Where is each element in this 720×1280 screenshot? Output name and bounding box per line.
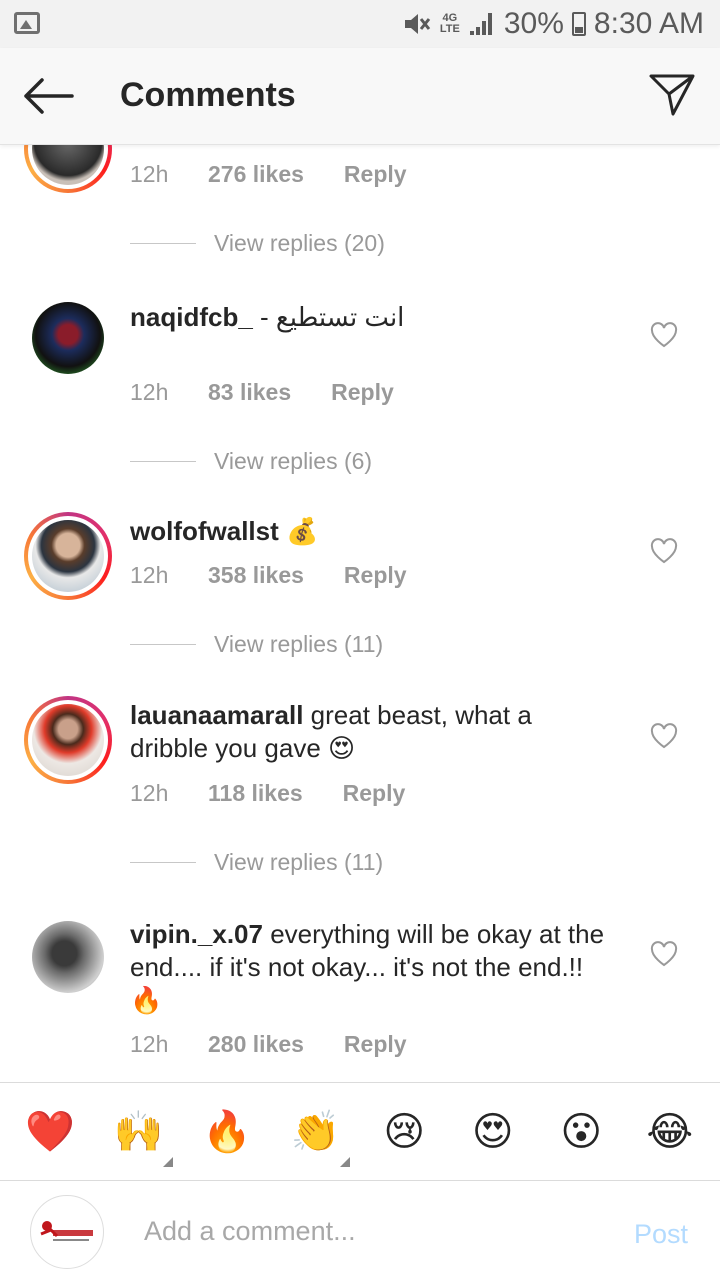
red-heart-emoji-icon[interactable]: ❤️	[20, 1108, 80, 1155]
comment-username[interactable]: lauanaamarall	[130, 700, 303, 730]
header: Comments	[0, 48, 720, 145]
view-replies-button[interactable]: View replies (6)	[130, 448, 372, 475]
comment-username[interactable]: naqidfcb_	[130, 302, 253, 332]
reply-button[interactable]: Reply	[344, 562, 407, 589]
comment-meta: 12h 276 likes Reply	[130, 161, 407, 188]
view-replies-label: View replies (11)	[214, 849, 384, 875]
back-arrow-icon[interactable]	[20, 76, 76, 116]
heart-icon[interactable]	[650, 723, 678, 749]
status-bar: 4G LTE 30% 8:30 AM	[0, 0, 720, 48]
reply-button[interactable]: Reply	[343, 780, 406, 807]
heart-icon[interactable]	[650, 538, 678, 564]
view-replies-button[interactable]: View replies (11)	[130, 631, 383, 658]
divider	[130, 243, 196, 244]
send-direct-icon[interactable]	[648, 72, 696, 118]
tears-of-joy-emoji-icon[interactable]: 😂	[640, 1109, 700, 1155]
lte-icon: 4G LTE	[439, 12, 460, 35]
heart-eyes-emoji-icon[interactable]: 😍	[463, 1109, 523, 1155]
comment-composer: Post	[0, 1180, 720, 1280]
divider	[130, 461, 196, 462]
comment-username[interactable]: wolfofwallst	[130, 516, 279, 546]
battery-icon	[571, 12, 586, 36]
comment-meta: 12h 118 likes Reply	[130, 780, 405, 807]
comment-input[interactable]	[144, 1211, 584, 1251]
surprised-face-emoji-icon[interactable]: 😮	[551, 1109, 611, 1155]
signal-icon	[468, 11, 496, 37]
clock: 8:30 AM	[593, 7, 704, 40]
avatar[interactable]	[24, 145, 112, 193]
comment-body: - انت تستطيع	[252, 302, 405, 332]
raised-hands-emoji-icon[interactable]: 🙌	[109, 1108, 173, 1167]
comment-body: 💰	[278, 516, 319, 546]
comment-likes[interactable]: 83 likes	[208, 379, 291, 406]
comment-time: 12h	[130, 780, 169, 806]
page-title: Comments	[120, 76, 296, 114]
comment-time: 12h	[130, 161, 169, 187]
avatar[interactable]	[32, 302, 104, 374]
view-replies-label: View replies (6)	[214, 448, 373, 474]
view-replies-button[interactable]: View replies (11)	[130, 849, 383, 876]
avatar[interactable]	[32, 921, 104, 993]
post-button[interactable]: Post	[634, 1219, 688, 1250]
comment-username[interactable]: vipin._x.07	[130, 919, 263, 949]
reply-button[interactable]: Reply	[344, 1031, 407, 1058]
comment-meta: 12h 280 likes Reply	[130, 1031, 407, 1058]
skin-tone-indicator	[162, 1157, 173, 1167]
battery-percent: 30%	[503, 7, 564, 40]
comment-likes[interactable]: 280 likes	[208, 1031, 304, 1058]
my-avatar	[30, 1195, 104, 1269]
comment-likes[interactable]: 118 likes	[208, 780, 303, 807]
view-replies-label: View replies (20)	[214, 230, 385, 256]
crying-face-emoji-icon[interactable]: 😢	[374, 1109, 434, 1155]
skin-tone-indicator	[339, 1157, 350, 1167]
status-right: 4G LTE 30% 8:30 AM	[402, 6, 704, 42]
comment-time: 12h	[130, 1031, 169, 1057]
mute-icon	[402, 10, 432, 38]
heart-icon[interactable]	[650, 322, 678, 348]
comment-time: 12h	[130, 562, 169, 588]
avatar[interactable]	[24, 512, 112, 600]
comment-text: lauanaamarall great beast, what a dribbl…	[130, 699, 610, 765]
comment-text: naqidfcb_ - انت تستطيع	[130, 301, 610, 334]
comment-likes[interactable]: 358 likes	[208, 562, 304, 589]
view-replies-label: View replies (11)	[214, 631, 384, 657]
reply-button[interactable]: Reply	[331, 379, 394, 406]
clapping-hands-emoji-icon[interactable]: 👏	[286, 1108, 350, 1167]
heart-icon[interactable]	[650, 941, 678, 967]
reply-button[interactable]: Reply	[344, 161, 407, 188]
comment-list[interactable]: 12h 276 likes Reply View replies (20) na…	[0, 145, 720, 1082]
comment-likes[interactable]: 276 likes	[208, 161, 304, 188]
divider	[130, 644, 196, 645]
view-replies-button[interactable]: View replies (20)	[130, 230, 385, 257]
emoji-bar: ❤️ 🙌 🔥 👏 😢 😍 😮 😂	[0, 1082, 720, 1180]
comment-meta: 12h 83 likes Reply	[130, 379, 394, 406]
gallery-icon	[14, 12, 40, 34]
comment-text: vipin._x.07 everything will be okay at t…	[130, 918, 610, 1017]
comment-meta: 12h 358 likes Reply	[130, 562, 407, 589]
fire-emoji-icon[interactable]: 🔥	[197, 1108, 257, 1155]
logo-icon	[40, 1221, 93, 1241]
comment-time: 12h	[130, 379, 169, 405]
avatar[interactable]	[24, 696, 112, 784]
divider	[130, 862, 196, 863]
comment-text: wolfofwallst 💰	[130, 515, 610, 548]
